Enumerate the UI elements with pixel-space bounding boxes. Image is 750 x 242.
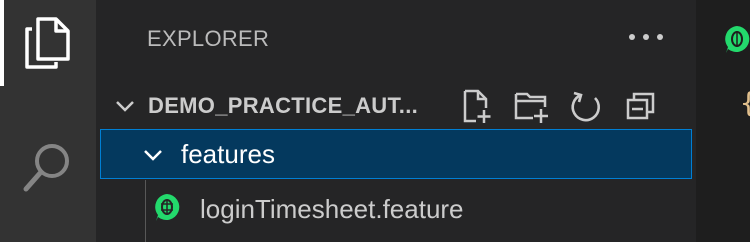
editor-tab[interactable] <box>696 0 750 80</box>
folder-label: features <box>181 139 275 169</box>
file-label: loginTimesheet.feature <box>200 194 464 224</box>
collapse-all-button[interactable] <box>623 88 659 124</box>
editor-code-text[interactable]: { <box>740 86 750 119</box>
new-file-icon <box>463 89 491 123</box>
new-folder-icon <box>514 92 548 123</box>
explorer-sidebar: EXPLORER DEMO_PRACTICE_AUT... features l… <box>96 0 696 242</box>
cucumber-icon <box>155 194 180 221</box>
ellipsis-icon <box>629 34 663 40</box>
chevron-down-icon <box>116 101 134 112</box>
refresh-button[interactable] <box>568 88 604 124</box>
activity-search[interactable] <box>0 124 96 210</box>
refresh-icon <box>571 91 600 122</box>
more-actions-button[interactable] <box>626 22 666 52</box>
new-file-button[interactable] <box>458 88 494 124</box>
workspace-title: DEMO_PRACTICE_AUT... <box>148 93 419 118</box>
editor-tab-bar <box>696 0 750 80</box>
tree-folder-features[interactable]: features <box>100 129 692 179</box>
collapse-all-icon <box>626 92 655 120</box>
workspace-section-header[interactable]: DEMO_PRACTICE_AUT... <box>96 84 696 128</box>
activity-bar <box>0 0 96 242</box>
cucumber-icon <box>725 26 750 53</box>
tree-file-item[interactable]: loginTimesheet.feature <box>100 184 692 234</box>
new-folder-button[interactable] <box>514 88 550 124</box>
sidebar-title: EXPLORER <box>147 26 270 51</box>
activity-explorer[interactable] <box>0 0 96 86</box>
files-icon <box>25 17 70 69</box>
chevron-down-icon <box>144 150 162 161</box>
vscode-window: EXPLORER DEMO_PRACTICE_AUT... features l… <box>0 0 750 242</box>
editor-area: { <box>696 0 750 242</box>
search-icon <box>23 144 69 192</box>
